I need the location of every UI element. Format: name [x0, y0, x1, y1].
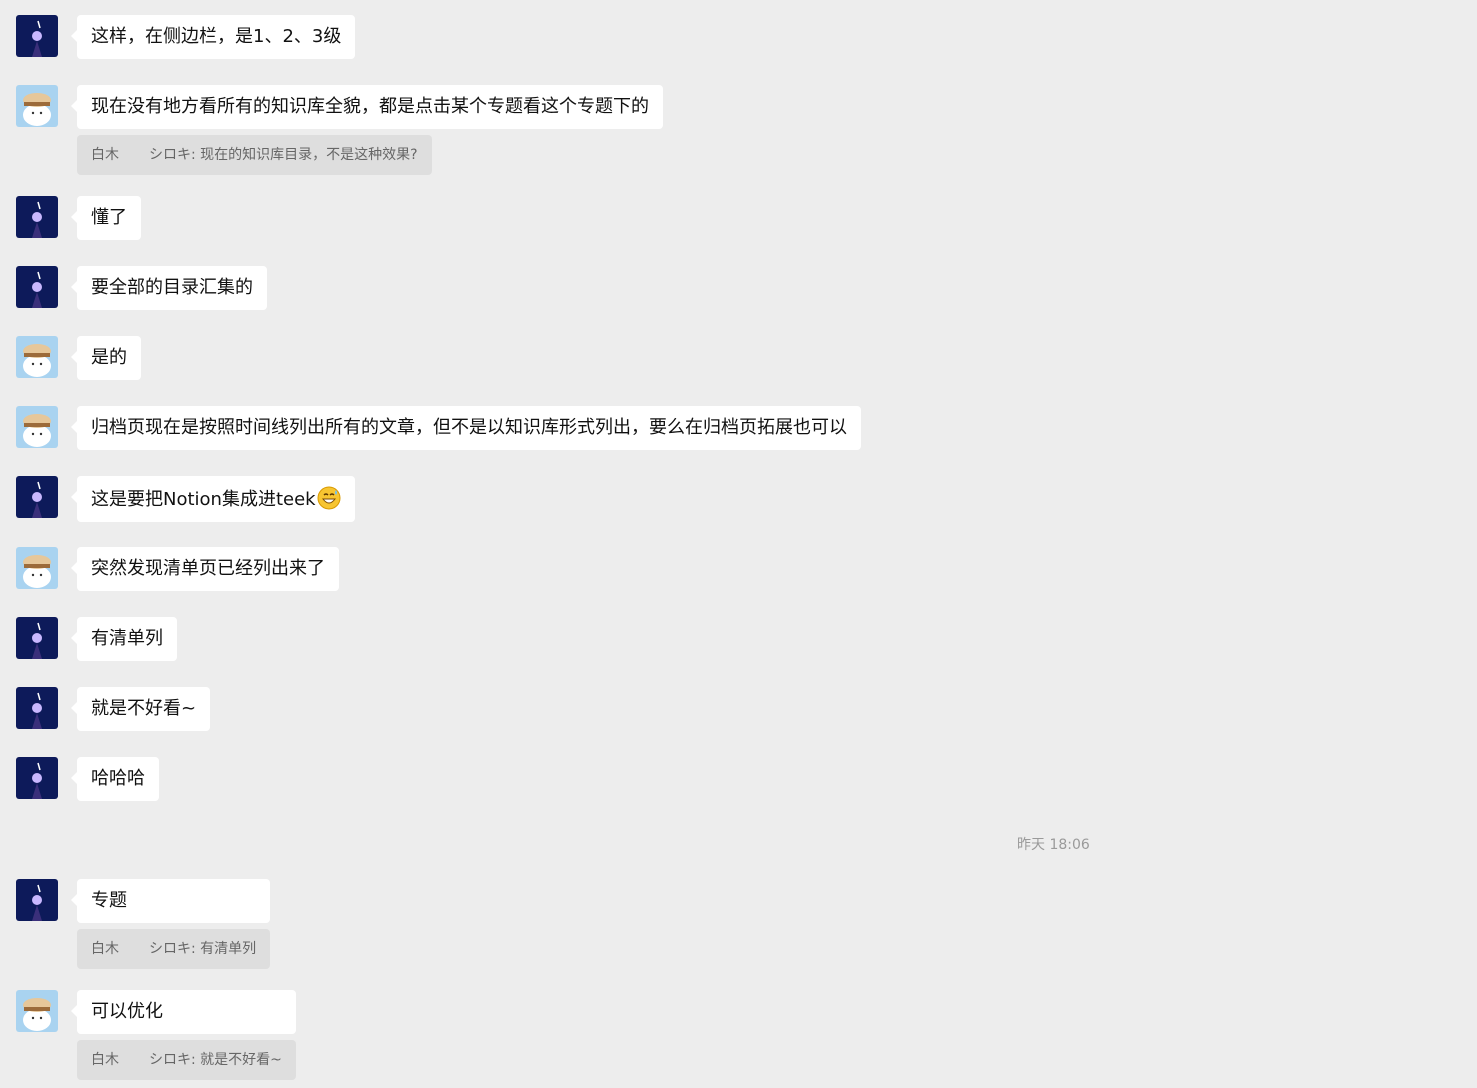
- message-row: 是的: [16, 336, 141, 380]
- avatar-shiroki[interactable]: [16, 15, 58, 57]
- timestamp-divider: 昨天 18:06: [1017, 837, 1090, 853]
- avatar-shiroki[interactable]: [16, 266, 58, 308]
- avatar-shiroki[interactable]: [16, 687, 58, 729]
- avatar-baimu[interactable]: [16, 336, 58, 378]
- avatar-baimu[interactable]: [16, 547, 58, 589]
- message-bubble[interactable]: 可以优化: [71, 990, 296, 1034]
- quote-text: シロキ: 有清单列: [149, 941, 257, 957]
- quoted-reply[interactable]: 白木 シロキ: 现在的知识库目录，不是这种效果?: [77, 135, 432, 175]
- avatar-baimu[interactable]: [16, 85, 58, 127]
- avatar-shiroki[interactable]: [16, 196, 58, 238]
- quote-author: 白木: [91, 147, 119, 163]
- message-bubble[interactable]: 专题: [70, 879, 271, 923]
- quoted-reply[interactable]: 白木 シロキ: 有清单列: [77, 929, 271, 969]
- chat-message-list[interactable]: 这样，在侧边栏，是1、2、3级 现在没有地方看所有的知识库全貌，都是点击某个专题…: [0, 0, 1477, 1088]
- message-bubble[interactable]: 这是要把Notion集成进teek: [71, 476, 355, 522]
- message-row: 有清单列: [16, 617, 177, 661]
- message-row: 要全部的目录汇集的: [16, 266, 267, 310]
- message-bubble[interactable]: 哈哈哈: [71, 757, 159, 801]
- quote-text: シロキ: 就是不好看~: [149, 1052, 282, 1068]
- message-row: 懂了: [16, 196, 141, 240]
- quote-text: シロキ: 现在的知识库目录，不是这种效果?: [149, 147, 418, 163]
- message-row: 哈哈哈: [16, 757, 159, 801]
- message-row: 这样，在侧边栏，是1、2、3级: [16, 15, 356, 59]
- avatar-shiroki[interactable]: [16, 879, 58, 921]
- message-row: 归档页现在是按照时间线列出所有的文章，但不是以知识库形式列出，要么在归档页拓展也…: [16, 406, 861, 450]
- message-row: 突然发现清单页已经列出来了: [16, 547, 339, 591]
- grinning-sweat-emoji-icon: [317, 486, 341, 510]
- message-row: 这是要把Notion集成进teek: [16, 476, 355, 522]
- message-row: 可以优化 白木 シロキ: 就是不好看~: [16, 990, 296, 1080]
- message-bubble[interactable]: 突然发现清单页已经列出来了: [71, 547, 339, 591]
- message-bubble[interactable]: 这样，在侧边栏，是1、2、3级: [70, 15, 356, 59]
- message-row: 现在没有地方看所有的知识库全貌，都是点击某个专题看这个专题下的 白木 シロキ: 现…: [16, 85, 663, 175]
- message-bubble[interactable]: 有清单列: [71, 617, 177, 661]
- message-row: 专题 白木 シロキ: 有清单列: [16, 879, 271, 969]
- avatar-baimu[interactable]: [16, 406, 58, 448]
- quoted-reply[interactable]: 白木 シロキ: 就是不好看~: [77, 1040, 296, 1080]
- avatar-shiroki[interactable]: [16, 757, 58, 799]
- message-bubble[interactable]: 懂了: [71, 196, 141, 240]
- quote-author: 白木: [91, 941, 119, 957]
- message-bubble[interactable]: 归档页现在是按照时间线列出所有的文章，但不是以知识库形式列出，要么在归档页拓展也…: [71, 406, 861, 450]
- avatar-shiroki[interactable]: [16, 476, 58, 518]
- avatar-shiroki[interactable]: [16, 617, 58, 659]
- message-text: 这是要把Notion集成进teek: [91, 489, 316, 510]
- message-bubble[interactable]: 要全部的目录汇集的: [71, 266, 267, 310]
- avatar-baimu[interactable]: [16, 990, 58, 1032]
- quote-author: 白木: [91, 1052, 119, 1068]
- message-bubble[interactable]: 就是不好看~: [70, 687, 211, 731]
- message-bubble[interactable]: 现在没有地方看所有的知识库全貌，都是点击某个专题看这个专题下的: [71, 85, 663, 129]
- message-bubble[interactable]: 是的: [71, 336, 141, 380]
- message-row: 就是不好看~: [16, 687, 211, 731]
